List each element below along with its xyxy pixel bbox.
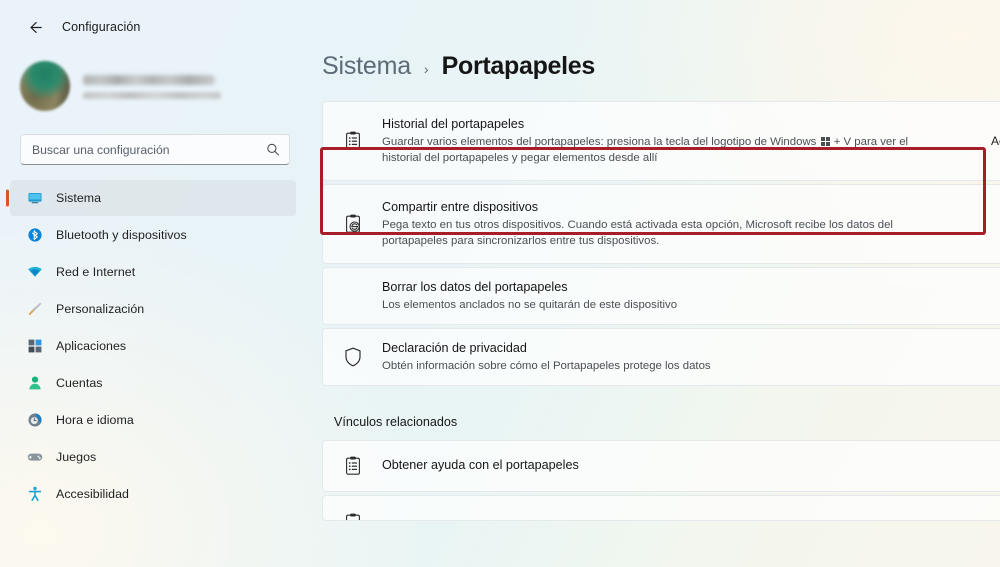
back-button[interactable]: [22, 14, 48, 40]
card-privacy-statement[interactable]: Declaración de privacidad Obtén informac…: [322, 328, 1000, 386]
apps-icon: [26, 338, 43, 355]
bluetooth-icon: [26, 227, 43, 244]
card-body: Compartir entre dispositivos Pega texto …: [382, 189, 1000, 259]
sidebar-item-accesibilidad[interactable]: Accesibilidad: [10, 476, 296, 512]
card-description: Los elementos anclados no se quitarán de…: [382, 298, 678, 311]
clipboard-list-icon: [340, 455, 366, 477]
page-title: Portapapeles: [441, 52, 596, 80]
account-text: [83, 73, 221, 99]
avatar: [20, 61, 70, 111]
sidebar-item-aplicaciones[interactable]: Aplicaciones: [10, 328, 296, 364]
sidebar-item-sistema[interactable]: Sistema: [10, 180, 296, 216]
clipboard-list-icon: [340, 512, 366, 520]
windows-logo-icon: [820, 136, 830, 146]
sidebar-item-cuentas[interactable]: Cuentas: [10, 365, 296, 401]
card-description: Obtén información sobre cómo el Portapap…: [382, 359, 711, 372]
clock-icon: [26, 412, 43, 429]
card-body: Borrar los datos del portapapeles Los el…: [382, 269, 1000, 324]
sidebar-item-label: Accesibilidad: [56, 487, 129, 501]
card-description: Pega texto en tus otros dispositivos. Cu…: [382, 219, 893, 247]
sidebar-item-juegos[interactable]: Juegos: [10, 439, 296, 475]
card-description: Guardar varios elementos del portapapele…: [382, 135, 942, 166]
account-tile[interactable]: [0, 42, 310, 116]
card-clear-clipboard-data[interactable]: Borrar los datos del portapapeles Los el…: [322, 267, 1000, 325]
card-title: Declaración de privacidad: [382, 340, 527, 355]
sidebar-item-bluetooth-y-dispositivos[interactable]: Bluetooth y dispositivos: [10, 217, 296, 253]
clipboard-sync-icon: [340, 213, 366, 235]
card-title: Historial del portapapeles: [382, 117, 525, 131]
settings-window: Configuración Buscar una configuración S…: [0, 0, 1000, 567]
app-title: Configuración: [62, 20, 141, 34]
account-name-redacted: [83, 75, 215, 85]
section-title-related-links: Vínculos relacionados: [334, 415, 458, 429]
sidebar-item-label: Red e Internet: [56, 265, 136, 279]
sidebar-item-red-e-internet[interactable]: Red e Internet: [10, 254, 296, 290]
search-icon[interactable]: [265, 142, 280, 157]
card-clipboard-history[interactable]: Historial del portapapeles Guardar vario…: [322, 101, 1000, 181]
back-arrow-icon: [29, 21, 42, 33]
paintbrush-icon: [26, 301, 43, 318]
person-icon: [26, 375, 43, 392]
breadcrumb-parent[interactable]: Sistema: [322, 52, 411, 81]
sidebar-item-label: Juegos: [56, 450, 97, 464]
shield-icon: [340, 346, 366, 368]
account-email-redacted: [83, 92, 221, 99]
titlebar: Configuración: [0, 0, 310, 42]
card-description-part1: Guardar varios elementos del portapapele…: [382, 136, 820, 148]
sidebar-item-label: Personalización: [56, 302, 145, 316]
card-get-help-with-clipboard[interactable]: Obtener ayuda con el portapapeles: [322, 440, 1000, 492]
breadcrumb: Sistema › Portapapeles: [310, 0, 1000, 81]
card-body: Declaración de privacidad Obtén informac…: [382, 330, 1000, 385]
card-body: [382, 496, 1000, 516]
wifi-icon: [26, 264, 43, 281]
settings-cards: Historial del portapapeles Guardar vario…: [310, 81, 1000, 521]
sidebar: Configuración Buscar una configuración S…: [0, 0, 310, 567]
clipboard-list-icon: [340, 130, 366, 152]
breadcrumb-separator-icon: ›: [423, 61, 429, 77]
card-body: Obtener ayuda con el portapapeles: [382, 447, 1000, 486]
card-title: Borrar los datos del portapapeles: [382, 279, 568, 294]
card-share-across-devices[interactable]: Compartir entre dispositivos Pega texto …: [322, 184, 1000, 264]
display-icon: [26, 190, 43, 207]
sidebar-item-label: Aplicaciones: [56, 339, 127, 353]
search-input[interactable]: [21, 142, 289, 157]
search-box[interactable]: [20, 134, 290, 165]
card-body: Historial del portapapeles Guardar vario…: [382, 106, 985, 176]
clipboard-history-toggle-label[interactable]: Ac: [991, 134, 1000, 148]
sidebar-item-personalizacion[interactable]: Personalización: [10, 291, 296, 327]
card-title: Compartir entre dispositivos: [382, 200, 539, 214]
sidebar-nav: Sistema Bluetooth y dispositivos Red e I…: [0, 165, 310, 512]
sidebar-item-hora-e-idioma[interactable]: Hora e idioma: [10, 402, 296, 438]
search-container: [0, 116, 310, 165]
card-title: Obtener ayuda con el portapapeles: [382, 457, 579, 472]
sidebar-item-label: Sistema: [56, 191, 102, 205]
accessibility-icon: [26, 486, 43, 503]
main-content: Sistema › Portapapeles Historial del por…: [310, 0, 1000, 567]
sidebar-item-label: Hora e idioma: [56, 413, 134, 427]
sidebar-item-label: Bluetooth y dispositivos: [56, 228, 187, 242]
gamepad-icon: [26, 449, 43, 466]
card-partial-below-fold[interactable]: [322, 495, 1000, 521]
sidebar-item-label: Cuentas: [56, 376, 103, 390]
